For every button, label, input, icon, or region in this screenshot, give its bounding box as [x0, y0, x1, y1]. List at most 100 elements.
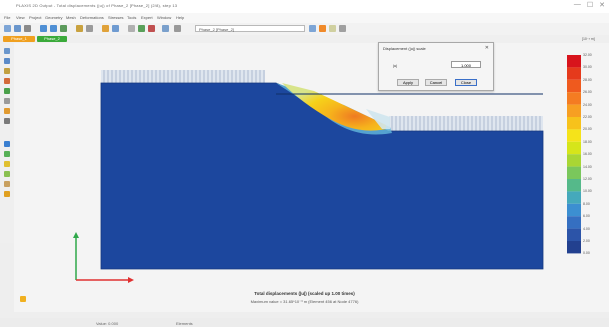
legend-value: 28.00 [583, 77, 592, 82]
pointer-icon[interactable] [4, 48, 10, 54]
status-value: Value: 0.000 [96, 321, 119, 326]
plot-caption: Total displacements (|u|) (scaled up 1.0… [254, 291, 355, 296]
lower-fill-layer [389, 116, 543, 131]
legend-value: 30.00 [583, 65, 592, 70]
menu-deformations[interactable]: Deformations [80, 15, 104, 20]
phase-tabs: Phase_1 Phase_2 [0, 35, 609, 43]
apply-button[interactable]: Apply [397, 79, 419, 86]
phase-select-value: Phase_2 [Phase_2] [199, 27, 234, 32]
menu-geometry[interactable]: Geometry [45, 15, 63, 20]
settings-icon[interactable] [174, 25, 181, 32]
menu-help[interactable]: Help [176, 15, 184, 20]
title-bar: PLAXIS 2D Output - Total displacements (… [0, 0, 609, 13]
section-icon[interactable] [4, 98, 10, 104]
legend-icon[interactable] [128, 25, 135, 32]
legend-value: 14.00 [583, 164, 592, 169]
info-icon[interactable] [339, 25, 346, 32]
menu-view[interactable]: View [16, 15, 25, 20]
mesh-icon[interactable] [4, 141, 10, 147]
pencil-icon[interactable] [4, 191, 10, 197]
next-step-icon[interactable] [319, 25, 326, 32]
menu-stresses[interactable]: Stresses [108, 15, 124, 20]
tab-phase-2[interactable]: Phase_2 [37, 36, 67, 42]
scale-dialog: Displacement (|u|) scale ✕ |u| 1.000 App… [378, 42, 494, 91]
menu-expert[interactable]: Expert [141, 15, 153, 20]
legend-value: 32.00 [583, 53, 592, 57]
ruler-icon[interactable] [4, 78, 10, 84]
legend-swatch [567, 203, 581, 217]
legend-color-bar [567, 55, 581, 254]
minimize-button[interactable]: — [574, 1, 581, 9]
legend-swatch [567, 117, 581, 130]
save-icon[interactable] [14, 25, 21, 32]
legend-value: 24.00 [583, 102, 592, 107]
dialog-close-icon[interactable]: ✕ [485, 45, 489, 51]
pan-icon[interactable] [4, 58, 10, 64]
legend-value: 2.00 [583, 239, 590, 243]
arrows-icon[interactable] [4, 181, 10, 187]
phase-select[interactable]: Phase_2 [Phase_2] [195, 25, 305, 32]
legend-swatch [567, 129, 581, 142]
move-icon[interactable] [76, 25, 83, 32]
menu-project[interactable]: Project [29, 15, 41, 20]
menu-window[interactable]: Window [157, 15, 171, 20]
upper-fill-layer [101, 70, 265, 83]
legend-swatch [567, 241, 581, 254]
legend-value: 4.00 [583, 226, 590, 231]
legend-swatch [567, 191, 581, 204]
legend-value: 26.00 [583, 90, 592, 95]
legend-value: 22.00 [583, 115, 592, 119]
legend-swatch [567, 79, 581, 93]
legend-unit: [10⁻³ m] [582, 37, 595, 41]
zoom-window-icon[interactable] [4, 68, 10, 74]
table-icon[interactable] [112, 25, 119, 32]
menu-mesh[interactable]: Mesh [66, 15, 76, 20]
legend-swatch [567, 141, 581, 155]
legend-value: 18.00 [583, 139, 592, 144]
status-bar: Value: 0.000 Elements [0, 318, 609, 327]
legend-value: 10.00 [583, 189, 592, 194]
zoom-out-icon[interactable] [50, 25, 57, 32]
legend-value: 8.00 [583, 201, 590, 206]
zoom-in-icon[interactable] [40, 25, 47, 32]
legend-value: 0.00 [583, 251, 590, 256]
status-elements: Elements [176, 321, 193, 326]
stress-point-icon[interactable] [148, 25, 155, 32]
side-toolbar [0, 43, 14, 243]
menu-file[interactable]: File [4, 15, 10, 20]
scale-input[interactable]: 1.000 [451, 61, 481, 68]
dialog-title: Displacement (|u|) scale [383, 46, 426, 51]
print-icon[interactable] [24, 25, 31, 32]
y-axis-arrow [73, 232, 79, 238]
legend-swatch [567, 154, 581, 167]
select-icon[interactable] [86, 25, 93, 32]
legend-swatch [567, 166, 581, 179]
node-icon[interactable] [138, 25, 145, 32]
shading-icon[interactable] [4, 171, 10, 177]
select-points-icon[interactable] [4, 88, 10, 94]
contour-icon[interactable] [4, 161, 10, 167]
plot-subcaption: Maximum value = 31.65*10⁻³ m (Element 45… [250, 299, 359, 304]
annotation-icon[interactable] [4, 108, 10, 114]
previous-step-icon[interactable] [309, 25, 316, 32]
cancel-button[interactable]: Cancel [425, 79, 447, 86]
model-canvas[interactable]: [10⁻³ m] 32.00 30.00 28.00 26.00 24.00 22.00 2… [14, 37, 609, 312]
maximize-button[interactable]: ☐ [587, 1, 593, 9]
curve-icon[interactable] [162, 25, 169, 32]
tab-phase-1[interactable]: Phase_1 [3, 36, 35, 42]
reset-view-icon[interactable] [60, 25, 67, 32]
animate-icon[interactable] [329, 25, 336, 32]
menu-tools[interactable]: Tools [127, 15, 136, 20]
legend-swatch [567, 179, 581, 192]
nodes-icon[interactable] [4, 151, 10, 157]
legend-swatch [567, 228, 581, 241]
close-button[interactable]: ✕ [599, 1, 605, 9]
open-icon[interactable] [4, 25, 11, 32]
cross-section-icon[interactable] [102, 25, 109, 32]
close-button[interactable]: Close [455, 79, 477, 86]
hide-icon[interactable] [4, 118, 10, 124]
x-axis-arrow [128, 277, 134, 283]
legend-swatch [567, 216, 581, 229]
legend-value: 12.00 [583, 177, 592, 181]
window-controls: — ☐ ✕ [574, 1, 605, 9]
